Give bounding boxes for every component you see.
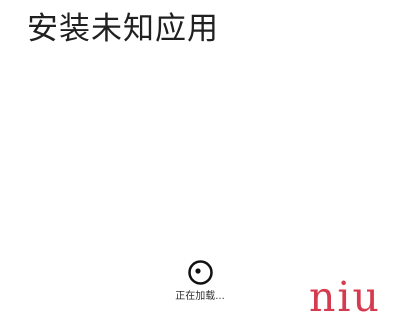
loading-text: 正在加载...	[175, 291, 225, 302]
watermark: niu	[309, 273, 381, 321]
page-title: 安装未知应用	[27, 11, 219, 47]
loading-spinner-icon	[187, 260, 213, 285]
